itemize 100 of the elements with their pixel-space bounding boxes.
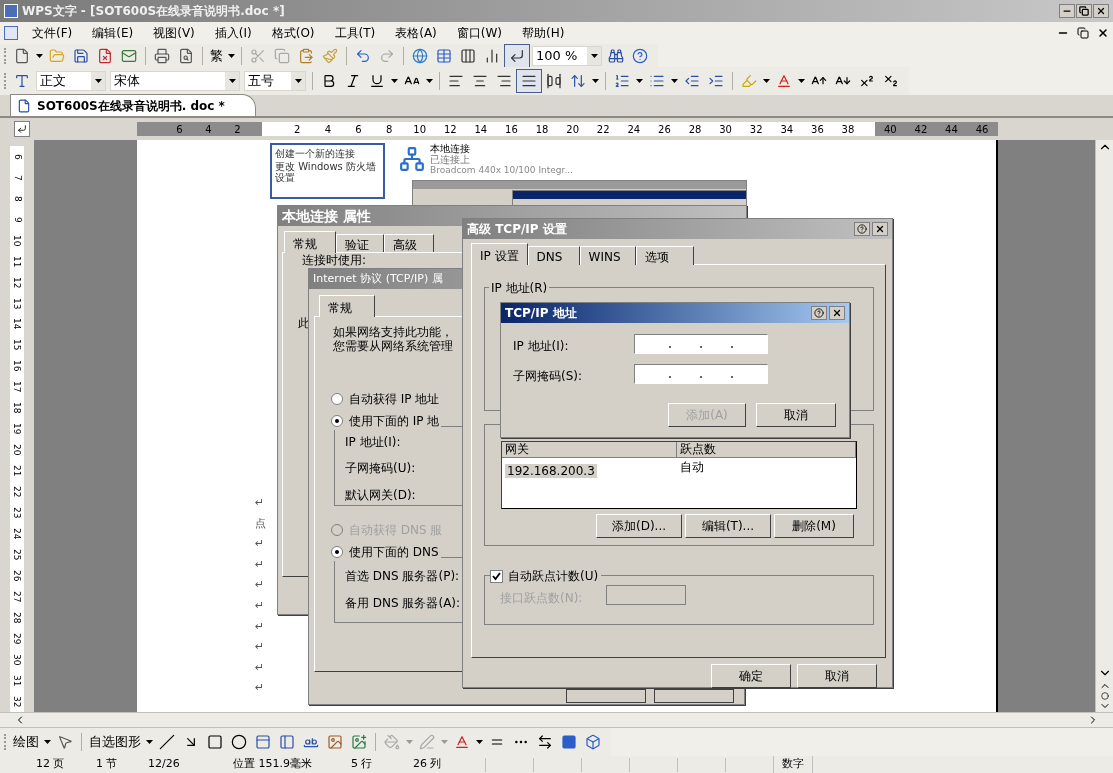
menu-item[interactable]: 插入(I) (214, 24, 252, 42)
numbered-list-icon[interactable] (614, 73, 630, 89)
underline-icon[interactable] (369, 73, 385, 89)
caret-icon[interactable] (44, 740, 51, 744)
close-button[interactable] (872, 222, 888, 236)
align-left-icon[interactable] (448, 73, 464, 89)
caret-icon[interactable] (228, 53, 235, 58)
distribute-icon[interactable] (546, 73, 562, 89)
table-icon[interactable] (436, 47, 452, 64)
menu-item[interactable]: 视图(V) (153, 24, 195, 42)
toggle-button[interactable] (504, 43, 530, 68)
picture-icon[interactable] (351, 734, 367, 750)
superscript-icon[interactable] (859, 73, 875, 89)
caret-icon[interactable] (592, 79, 599, 83)
caret-icon[interactable] (763, 79, 770, 83)
menu-item[interactable]: 窗口(W) (456, 24, 503, 42)
font-color-icon[interactable] (776, 73, 792, 89)
style-dropdown[interactable]: 正文 (36, 71, 106, 91)
columns-icon[interactable] (460, 47, 476, 64)
preview-icon[interactable] (178, 47, 194, 64)
dialog-tab[interactable]: WINS (579, 246, 636, 265)
outdent-icon[interactable] (684, 73, 700, 89)
checkbox[interactable] (490, 569, 503, 583)
line-icon[interactable] (159, 734, 175, 750)
vertical-scrollbar[interactable] (1095, 140, 1113, 712)
menu-item[interactable]: 工具(T) (334, 24, 376, 42)
ip-address-field[interactable] (634, 364, 768, 384)
bold-icon[interactable] (321, 73, 337, 89)
close-button[interactable] (1093, 4, 1109, 18)
document-icon[interactable] (4, 26, 18, 40)
font-color-icon[interactable] (454, 734, 470, 750)
align-center-icon[interactable] (472, 73, 488, 89)
zoom-dropdown[interactable]: 100 % (532, 45, 602, 66)
style-icon[interactable] (14, 73, 30, 89)
restore-button[interactable] (1076, 4, 1092, 18)
dialog-button[interactable]: 添加(D)... (596, 514, 682, 538)
paragraph-mark-icon[interactable] (509, 47, 525, 64)
document-tab[interactable]: SOT600S在线录音说明书. doc * (10, 94, 256, 116)
pointer-icon[interactable] (57, 734, 73, 750)
radio-button[interactable] (331, 393, 343, 405)
font-dropdown[interactable]: 宋体 (110, 71, 240, 91)
column-header[interactable]: 跃点数 (677, 442, 856, 458)
subscript-icon[interactable] (883, 73, 899, 89)
vertical-text-box-icon[interactable] (279, 734, 295, 750)
clip-art-icon[interactable] (327, 734, 343, 750)
partly-hidden-button[interactable] (654, 689, 734, 703)
italic-icon[interactable] (345, 73, 361, 89)
caret-icon[interactable] (391, 79, 398, 83)
menu-item[interactable]: 帮助(H) (522, 24, 565, 42)
browse-object-icon[interactable] (1100, 692, 1109, 700)
task-link[interactable]: 更改 Windows 防火墙设置 (275, 161, 380, 183)
dialog-tab[interactable]: DNS (527, 246, 580, 265)
caret-icon[interactable] (94, 79, 102, 83)
justify-icon[interactable] (521, 73, 537, 89)
dialog-button[interactable]: 取消 (797, 664, 877, 688)
caret-icon[interactable] (146, 740, 153, 744)
document-x-icon[interactable] (97, 47, 113, 64)
restore-icon[interactable] (1077, 27, 1089, 39)
3d-box-icon[interactable] (585, 734, 601, 750)
task-link[interactable]: 创建一个新的连接 (275, 148, 380, 159)
toggle-button[interactable] (516, 69, 542, 93)
menu-item[interactable]: 格式(O) (271, 24, 315, 42)
mail-icon[interactable] (121, 47, 137, 64)
caret-icon[interactable] (798, 79, 805, 83)
caret-icon[interactable] (671, 79, 678, 83)
menu-button[interactable]: 自选图形 (86, 732, 144, 752)
ip-address-field[interactable] (634, 334, 768, 354)
menu-item[interactable]: 编辑(E) (92, 24, 134, 42)
dialog-tab[interactable]: 常规 (284, 231, 336, 253)
partly-hidden-button[interactable] (566, 689, 646, 703)
ellipse-icon[interactable] (231, 734, 247, 750)
dialog-button[interactable]: 编辑(T)... (685, 514, 771, 538)
paste-icon[interactable] (298, 47, 314, 64)
caret-icon[interactable] (228, 79, 236, 83)
help-button[interactable] (811, 306, 827, 320)
size-dropdown[interactable]: 五号 (244, 71, 306, 91)
arrow-style-icon[interactable] (537, 734, 553, 750)
dialog-tab[interactable]: IP 设置 (471, 243, 528, 265)
menu-item[interactable]: 文件(F) (32, 24, 73, 42)
menu-item[interactable]: 表格(A) (395, 24, 437, 42)
minimize-button[interactable] (1059, 4, 1075, 18)
metric-field[interactable] (606, 585, 686, 605)
align-right-icon[interactable] (496, 73, 512, 89)
caret-icon[interactable] (426, 79, 433, 83)
printer-icon[interactable] (154, 47, 170, 64)
close-button[interactable] (829, 306, 845, 320)
text-box-icon[interactable] (255, 734, 271, 750)
dialog-tab[interactable]: 选项 (635, 246, 694, 265)
column-header[interactable]: 网关 (502, 442, 677, 458)
document-icon[interactable] (14, 47, 30, 64)
find-icon[interactable] (608, 47, 624, 64)
menu-button[interactable]: 繁 (207, 45, 226, 66)
line-spacing-icon[interactable] (570, 73, 586, 89)
rectangle-icon[interactable] (207, 734, 223, 750)
close-icon[interactable] (1097, 27, 1109, 39)
undo-icon[interactable] (355, 47, 371, 64)
dialog-button[interactable]: 删除(M) (774, 514, 854, 538)
menu-button[interactable]: 绘图 (10, 732, 42, 752)
caret-icon[interactable] (36, 53, 43, 58)
help-icon[interactable] (632, 47, 648, 64)
